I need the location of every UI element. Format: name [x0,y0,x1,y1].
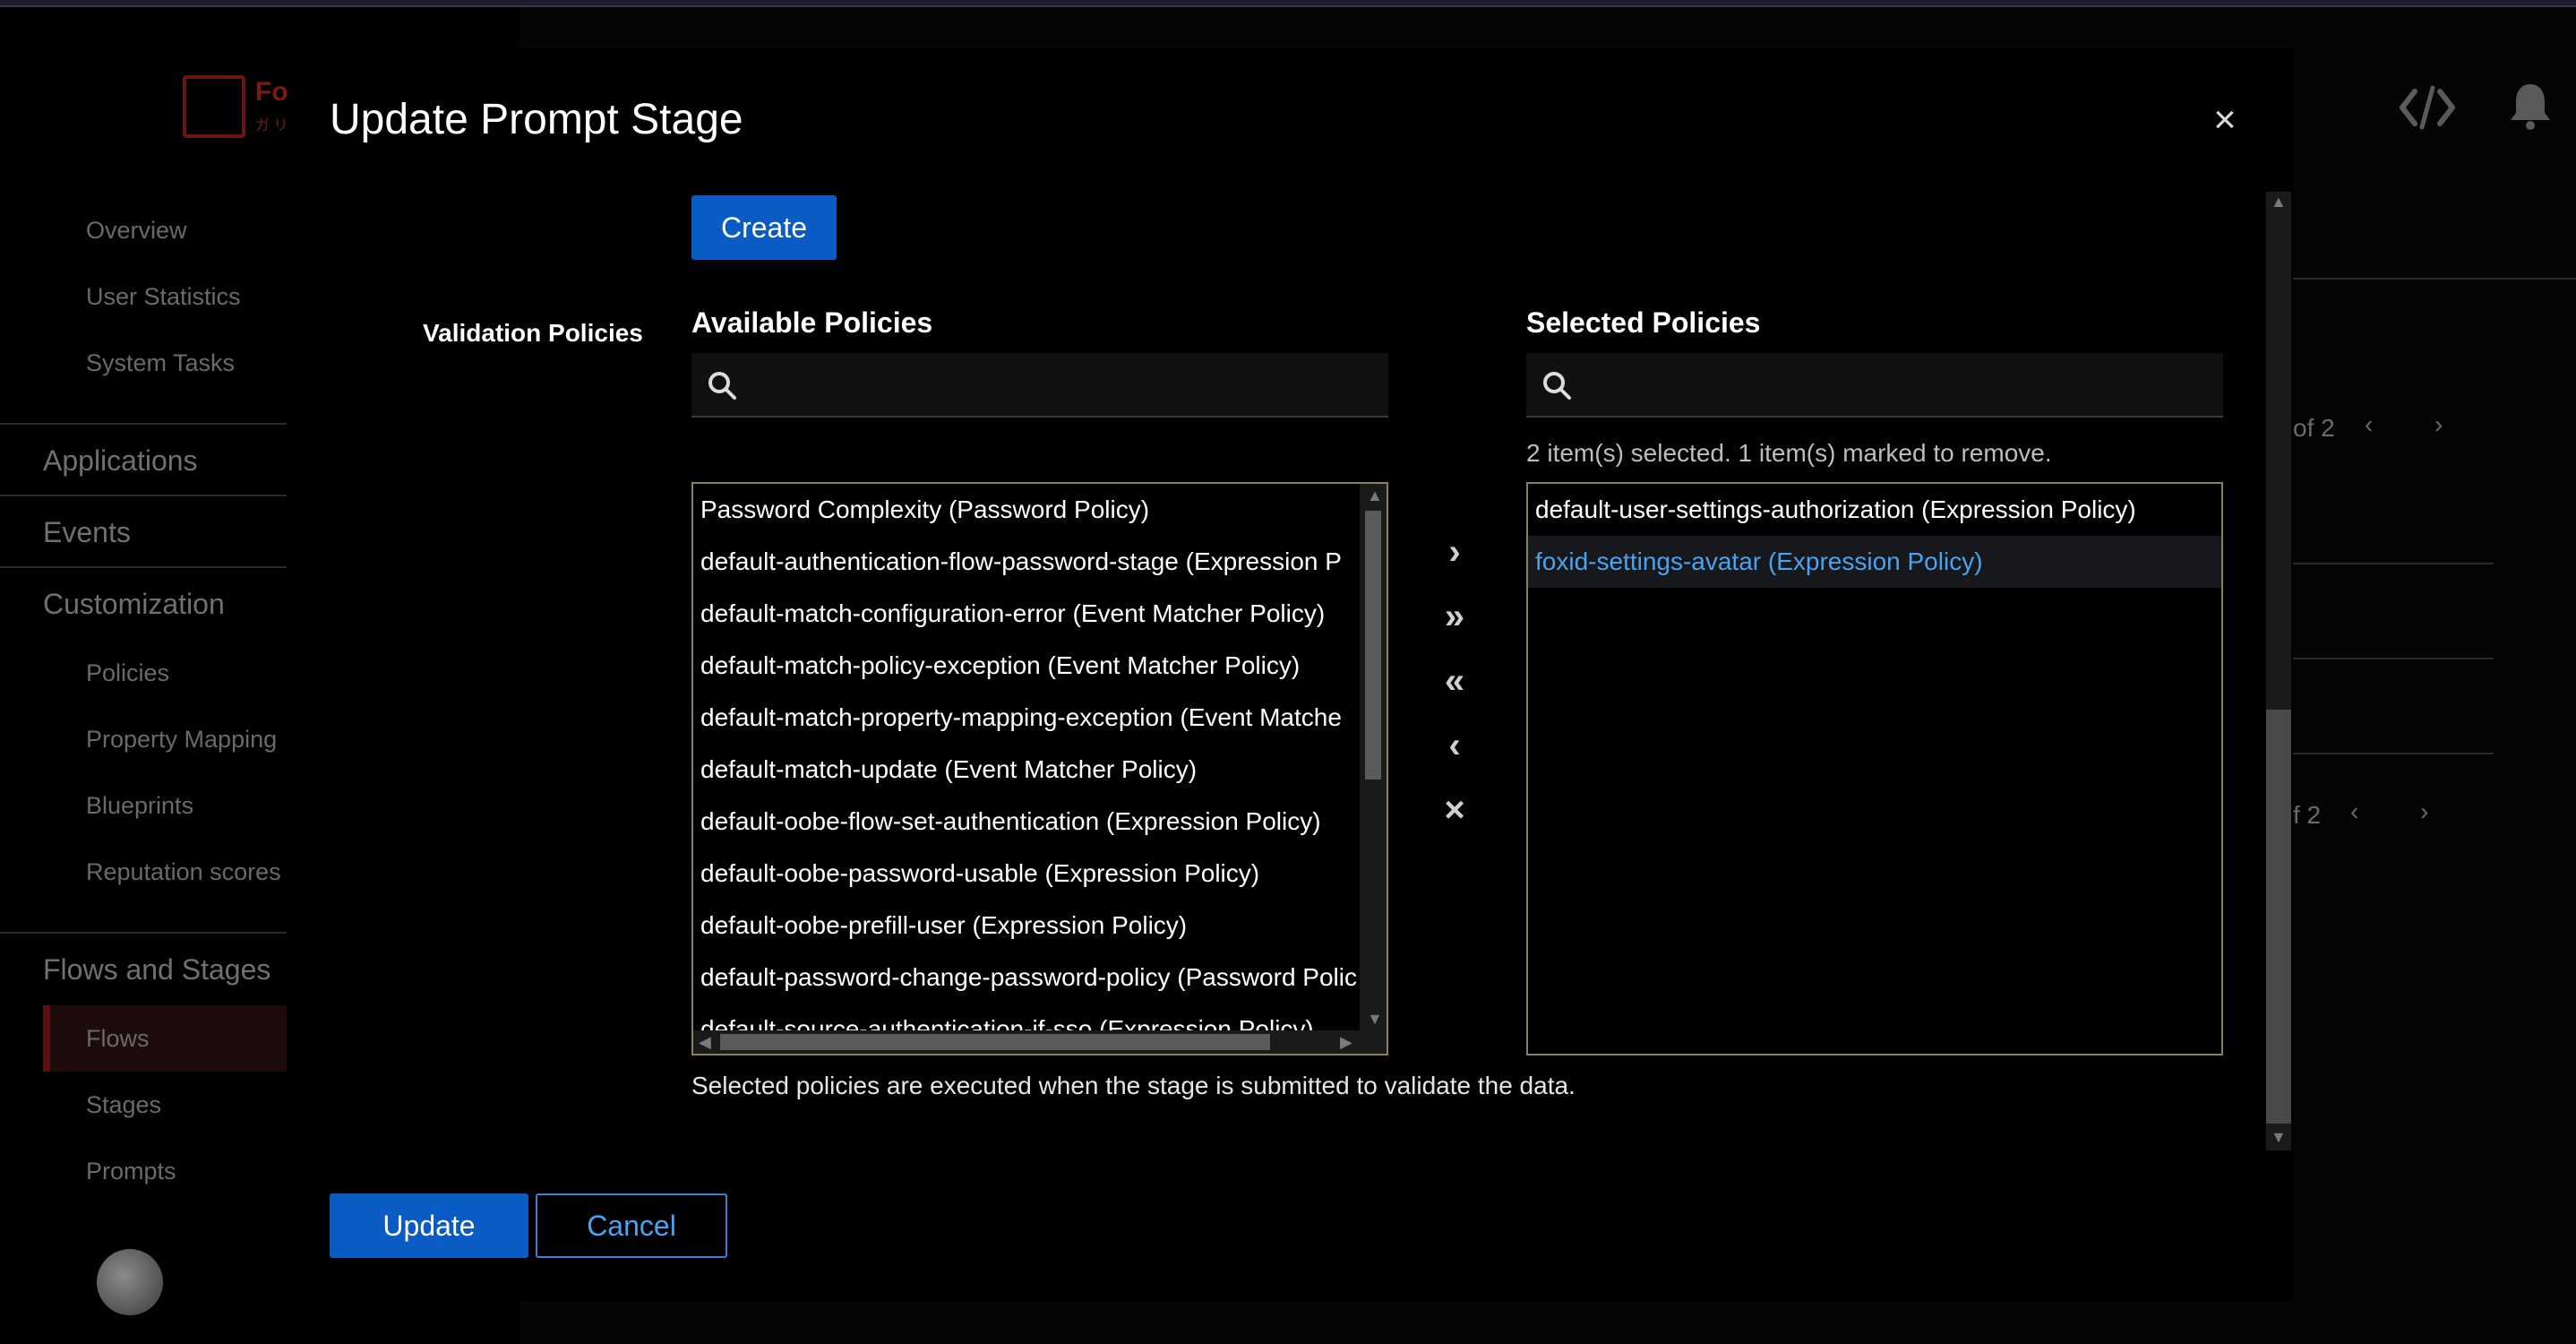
pagination-label: f 2 [2293,801,2322,829]
list-item[interactable]: default-oobe-password-usable (Expression… [700,848,1259,900]
list-item[interactable]: default-oobe-flow-set-authentication (Ex… [700,796,1321,848]
pagination-prev-icon[interactable]: ‹ [2365,410,2373,439]
available-search-input[interactable] [754,360,1379,410]
sidebar-item-user-statistics[interactable]: User Statistics [86,283,241,311]
sidebar-active-highlight [43,1005,287,1072]
pagination-next-icon[interactable]: › [2434,410,2443,439]
sidebar-item-prompts[interactable]: Prompts [86,1158,176,1185]
clear-icon[interactable]: × [1430,785,1480,835]
selected-search-box [1526,353,2223,418]
brand-logo-subtext: ガ リ [255,118,288,134]
available-list-scroll-thumb[interactable] [1365,511,1381,780]
validation-policies-label: Validation Policies [423,319,643,347]
sidebar-item-overview[interactable]: Overview [86,217,187,245]
sidebar-section-flows-and-stages[interactable]: Flows and Stages [43,953,270,986]
sidebar-divider [0,495,287,496]
helper-text: Selected policies are executed when the … [691,1072,1576,1099]
modal-title: Update Prompt Stage [330,96,743,143]
remove-selected-button[interactable]: ‹ [1430,720,1480,771]
pagination-prev-icon[interactable]: ‹ [2350,797,2358,826]
sidebar-item-system-tasks[interactable]: System Tasks [86,349,235,377]
selected-policies-title: Selected Policies [1526,306,1761,339]
selected-policies-list: default-user-settings-authorization (Exp… [1526,482,2223,1055]
scroll-down-icon[interactable]: ▼ [1367,1011,1383,1027]
sidebar-divider [0,423,287,425]
available-policies-list: Password Complexity (Password Policy) de… [691,482,1388,1055]
search-icon [708,372,736,400]
add-all-button[interactable]: » [1430,591,1480,642]
sidebar-item-property-mapping[interactable]: Property Mapping [86,726,277,754]
sidebar-item-stages[interactable]: Stages [86,1091,161,1119]
sidebar-divider [0,566,287,568]
modal-scroll-thumb[interactable] [2266,710,2291,1124]
background-divider [2293,753,2494,754]
scroll-left-icon[interactable]: ◀ [699,1034,711,1050]
brand-logo [183,75,245,138]
window-top-border [0,0,2576,7]
update-button[interactable]: Update [330,1193,528,1258]
list-item-marked[interactable]: foxid-settings-avatar (Expression Policy… [1535,536,1983,588]
sidebar-item-policies[interactable]: Policies [86,659,169,687]
pagination-label: of 2 [2293,414,2335,442]
sidebar-item-blueprints[interactable]: Blueprints [86,792,193,820]
scroll-right-icon[interactable]: ▶ [1340,1034,1352,1050]
sidebar-item-flows[interactable]: Flows [86,1025,150,1053]
user-avatar[interactable] [97,1249,163,1315]
background-divider [2293,658,2494,659]
list-item[interactable]: default-match-update (Event Matcher Poli… [700,744,1197,796]
sidebar-item-reputation-scores[interactable]: Reputation scores [86,858,281,886]
list-item[interactable]: default-authentication-flow-password-sta… [700,536,1342,588]
add-selected-button[interactable]: › [1430,527,1480,577]
brand-logo-text: Fo [255,77,288,107]
notification-bell-icon[interactable] [2508,81,2553,131]
remove-all-button[interactable]: « [1430,656,1480,706]
list-item[interactable]: default-oobe-prefill-user (Expression Po… [700,900,1187,952]
background-divider [2293,278,2576,280]
sidebar-section-applications[interactable]: Applications [43,444,198,478]
available-policies-title: Available Policies [691,306,933,339]
sidebar-section-customization[interactable]: Customization [43,588,225,621]
available-list-hscroll-thumb[interactable] [720,1034,1270,1050]
list-item[interactable]: default-match-property-mapping-exception… [700,692,1342,744]
list-item[interactable]: Password Complexity (Password Policy) [700,484,1149,536]
close-icon[interactable]: × [2205,100,2245,140]
list-item[interactable]: default-user-settings-authorization (Exp… [1535,484,2136,536]
available-search-box [691,353,1388,418]
selected-search-input[interactable] [1589,360,2214,410]
scroll-up-icon[interactable]: ▲ [2271,194,2287,210]
pagination-next-icon[interactable]: › [2420,797,2428,826]
background-divider [2293,563,2494,564]
create-button[interactable]: Create [691,195,837,260]
api-browser-icon[interactable] [2399,82,2456,133]
selection-status: 2 item(s) selected. 1 item(s) marked to … [1526,439,2052,467]
sidebar-divider [0,932,287,934]
scroll-up-icon[interactable]: ▲ [1367,487,1383,504]
scroll-down-icon[interactable]: ▼ [2271,1129,2287,1145]
list-item[interactable]: default-match-configuration-error (Event… [700,588,1325,640]
sidebar-section-events[interactable]: Events [43,516,131,549]
search-icon [1543,372,1571,400]
cancel-button[interactable]: Cancel [536,1193,727,1258]
list-item[interactable]: default-password-change-password-policy … [700,952,1357,1004]
list-item[interactable]: default-match-policy-exception (Event Ma… [700,640,1300,692]
